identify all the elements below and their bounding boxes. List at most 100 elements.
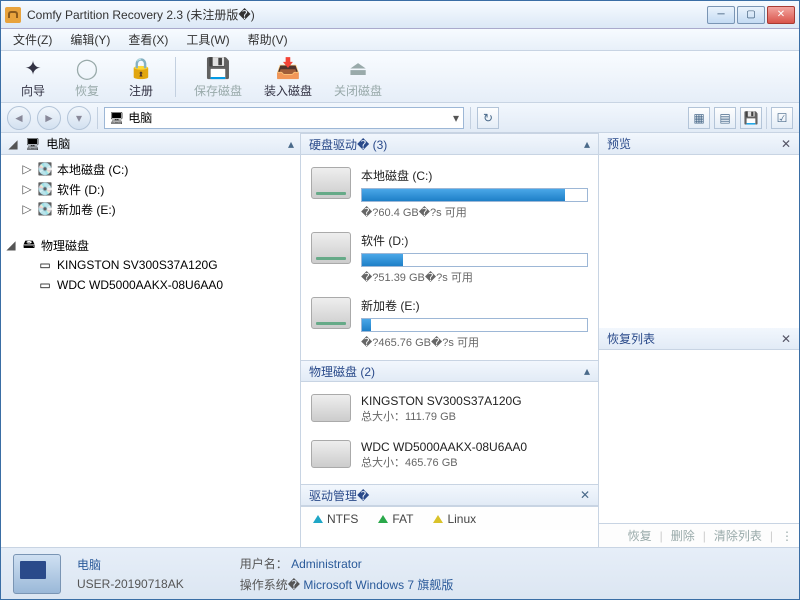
close-button[interactable]: ✕ — [767, 6, 795, 24]
maximize-button[interactable]: ▢ — [737, 6, 765, 24]
chevron-down-icon: ▾ — [453, 111, 459, 125]
computer-icon: 🖥 — [25, 137, 40, 151]
tree-volume-c[interactable]: ▷ 💽 本地磁盘 (C:) — [1, 159, 300, 179]
drive-manager-bar: NTFS FAT Linux — [301, 506, 598, 530]
usage-bar — [361, 188, 588, 202]
collapse-icon: ◢ — [5, 238, 17, 252]
tree-physical-header[interactable]: ◢ 🖴 物理磁盘 — [1, 235, 300, 255]
refresh-button[interactable]: ↻ — [477, 107, 499, 129]
recover-button[interactable]: ◯ 恢复 — [63, 52, 111, 101]
drive-icon — [311, 297, 351, 329]
fs-fat: FAT — [378, 512, 413, 526]
expand-icon: ▷ — [21, 162, 33, 176]
fs-linux: Linux — [433, 512, 476, 526]
address-input[interactable]: 🖥 电脑 ▾ — [104, 107, 464, 129]
preview-panel-body — [599, 155, 799, 328]
drive-c[interactable]: 本地磁盘 (C:) �?60.4 GB�?s 可用 — [311, 161, 588, 226]
disk-close-icon: ⏏ — [342, 54, 374, 82]
expand-icon: ▷ — [21, 182, 33, 196]
drive-e[interactable]: 新加卷 (E:) �?465.76 GB�?s 可用 — [311, 291, 588, 356]
fs-ntfs: NTFS — [313, 512, 358, 526]
window-title: Comfy Partition Recovery 2.3 (未注册版�) — [27, 6, 707, 23]
save-button[interactable]: 💾 — [740, 107, 762, 129]
minimize-button[interactable]: ─ — [707, 6, 735, 24]
drive-icon: 💽 — [37, 161, 53, 177]
hdd-section-header[interactable]: 硬盘驱动� (3) ▴ — [301, 133, 598, 155]
chevron-up-icon: ▴ — [584, 364, 590, 378]
register-button[interactable]: 🔒 注册 — [117, 52, 165, 101]
close-icon[interactable]: ✕ — [781, 137, 791, 151]
menu-view[interactable]: 查看(X) — [120, 29, 176, 50]
drive-icon — [311, 232, 351, 264]
menu-help[interactable]: 帮助(V) — [240, 29, 296, 50]
hdd-icon: ▭ — [37, 277, 53, 293]
wizard-button[interactable]: ✦ 向导 — [9, 52, 57, 101]
close-disk-button[interactable]: ⏏ 关闭磁盘 — [326, 52, 390, 101]
disk-icon: 🖴 — [21, 237, 37, 253]
status-username: Administrator — [291, 557, 362, 571]
tree-physical-1[interactable]: ▭ WDC WD5000AAKX-08U6AA0 — [1, 275, 300, 295]
drive-manager-header[interactable]: 驱动管理� ✕ — [301, 484, 598, 506]
app-icon — [5, 7, 21, 23]
chevron-up-icon: ▴ — [288, 137, 294, 151]
clear-action[interactable]: 清除列表 — [714, 527, 762, 544]
toolbar: ✦ 向导 ◯ 恢复 🔒 注册 💾 保存磁盘 📥 装入磁盘 ⏏ 关闭磁盘 — [1, 51, 799, 103]
right-column: 预览 ✕ 恢复列表 ✕ 恢复| 删除| 清除列表| ⋮ — [599, 133, 799, 547]
physical-disk-1[interactable]: WDC WD5000AAKX-08U6AA0 总大小：465.76 GB — [311, 432, 588, 478]
disk-save-icon: 💾 — [202, 54, 234, 82]
status-os: Microsoft Windows 7 旗舰版 — [303, 578, 453, 592]
menu-edit[interactable]: 编辑(Y) — [62, 29, 118, 50]
status-computer-label: 电脑 — [77, 556, 184, 573]
save-disk-button[interactable]: 💾 保存磁盘 — [186, 52, 250, 101]
computer-icon: 🖥 — [109, 111, 124, 125]
recover-action[interactable]: 恢复 — [628, 527, 652, 544]
nav-forward-button[interactable]: ► — [37, 106, 61, 130]
nav-back-button[interactable]: ◄ — [7, 106, 31, 130]
physical-disk-0[interactable]: KINGSTON SV300S37A120G 总大小：111.79 GB — [311, 386, 588, 432]
load-disk-button[interactable]: 📥 装入磁盘 — [256, 52, 320, 101]
options-button[interactable]: ☑ — [771, 107, 793, 129]
physical-section-header[interactable]: 物理磁盘 (2) ▴ — [301, 360, 598, 382]
collapse-icon: ◢ — [7, 137, 19, 151]
drive-d[interactable]: 软件 (D:) �?51.39 GB�?s 可用 — [311, 226, 588, 291]
view-small-button[interactable]: ▤ — [714, 107, 736, 129]
main: 硬盘驱动� (3) ▴ 本地磁盘 (C:) �?60.4 GB�?s 可用 — [301, 133, 799, 547]
nav-history-button[interactable]: ▾ — [67, 106, 91, 130]
triangle-icon — [433, 515, 443, 523]
view-large-button[interactable]: ▦ — [688, 107, 710, 129]
computer-icon — [13, 554, 61, 594]
expand-icon: ▷ — [21, 202, 33, 216]
hdd-icon — [311, 440, 351, 468]
more-icon[interactable]: ⋮ — [781, 529, 793, 543]
usage-bar — [361, 318, 588, 332]
toolbar-separator — [175, 57, 176, 97]
close-icon[interactable]: ✕ — [781, 332, 791, 346]
drive-icon: 💽 — [37, 181, 53, 197]
close-icon[interactable]: ✕ — [580, 488, 590, 502]
preview-panel-header[interactable]: 预览 ✕ — [599, 133, 799, 155]
app-window: Comfy Partition Recovery 2.3 (未注册版�) ─ ▢… — [0, 0, 800, 600]
delete-action[interactable]: 删除 — [671, 527, 695, 544]
status-computer-name: USER-20190718AK — [77, 577, 184, 591]
hdd-icon — [311, 394, 351, 422]
mid-column: 硬盘驱动� (3) ▴ 本地磁盘 (C:) �?60.4 GB�?s 可用 — [301, 133, 599, 547]
tree-volume-e[interactable]: ▷ 💽 新加卷 (E:) — [1, 199, 300, 219]
address-text: 电脑 — [128, 109, 152, 126]
wand-icon: ✦ — [17, 54, 49, 82]
chevron-up-icon: ▴ — [584, 137, 590, 151]
tree-physical-0[interactable]: ▭ KINGSTON SV300S37A120G — [1, 255, 300, 275]
recovery-actions: 恢复| 删除| 清除列表| ⋮ — [599, 523, 799, 547]
tree-volume-d[interactable]: ▷ 💽 软件 (D:) — [1, 179, 300, 199]
lock-icon: 🔒 — [125, 54, 157, 82]
tree: ▷ 💽 本地磁盘 (C:) ▷ 💽 软件 (D:) ▷ 💽 新加卷 (E:) ◢ — [1, 155, 300, 547]
titlebar: Comfy Partition Recovery 2.3 (未注册版�) ─ ▢… — [1, 1, 799, 29]
triangle-icon — [378, 515, 388, 523]
drive-icon: 💽 — [37, 201, 53, 217]
sidebar-header[interactable]: ◢ 🖥 电脑 ▴ — [1, 133, 300, 155]
lifebuoy-icon: ◯ — [71, 54, 103, 82]
addressbar: ◄ ► ▾ 🖥 电脑 ▾ ↻ ▦ ▤ 💾 ☑ — [1, 103, 799, 133]
disk-load-icon: 📥 — [272, 54, 304, 82]
menu-tools[interactable]: 工具(W) — [178, 29, 237, 50]
recovery-list-header[interactable]: 恢复列表 ✕ — [599, 328, 799, 350]
menu-file[interactable]: 文件(Z) — [5, 29, 60, 50]
